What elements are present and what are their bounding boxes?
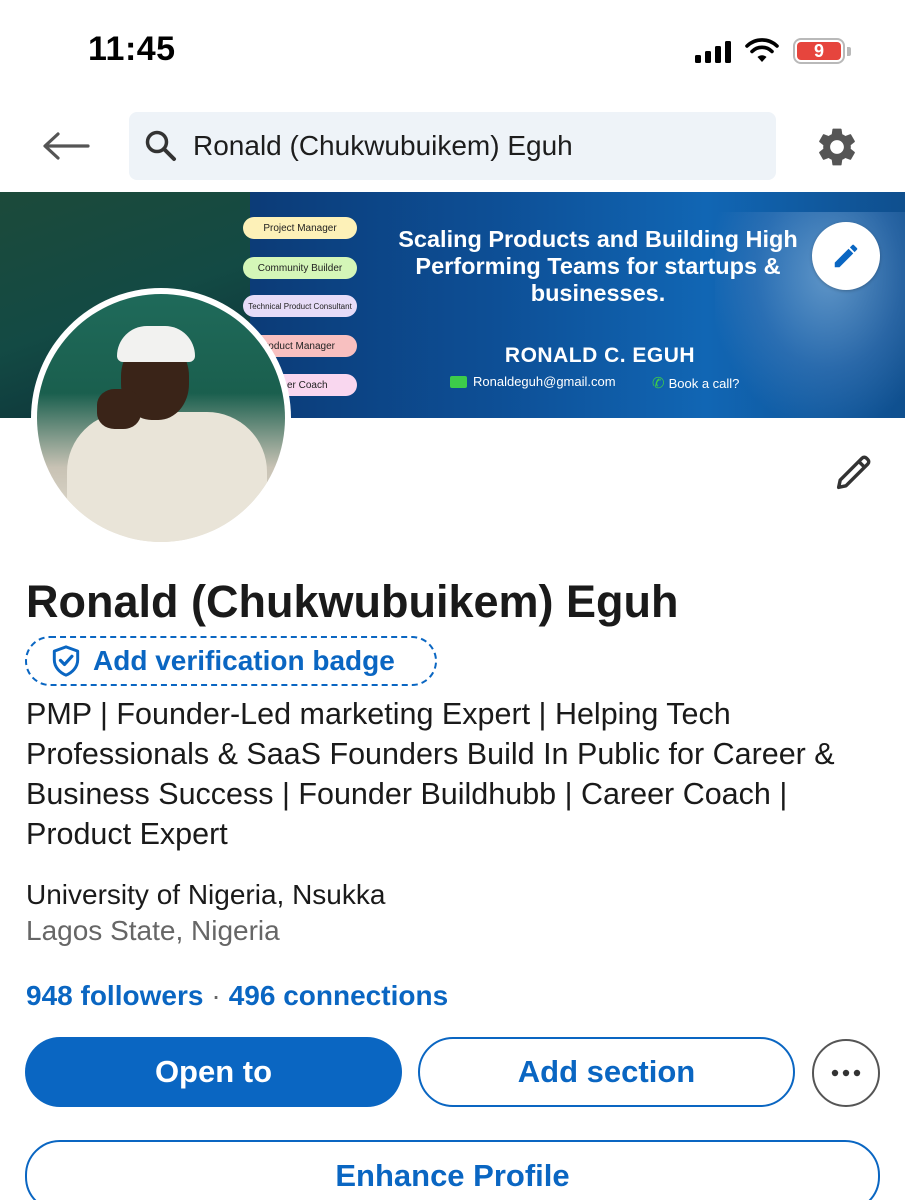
battery-level: 9 — [813, 40, 824, 61]
search-query: Ronald (Chukwubuikem) Eguh — [193, 130, 573, 161]
banner-pill: Project Manager — [243, 217, 357, 239]
pencil-icon — [834, 244, 858, 268]
arrow-left-icon — [43, 132, 90, 160]
stats-separator: · — [211, 980, 221, 1011]
banner-name: RONALD C. EGUH — [504, 344, 696, 367]
mail-icon — [450, 375, 467, 388]
banner-headline: Scaling Products and Building High Perfo… — [398, 226, 798, 306]
settings-button[interactable] — [812, 122, 862, 172]
search-icon — [143, 128, 179, 164]
profile-location: Lagos State, Nigeria — [26, 915, 280, 946]
avatar[interactable] — [31, 288, 291, 548]
add-verification-badge-button[interactable]: Add verification badge — [25, 636, 437, 686]
signal-icon — [695, 39, 731, 63]
avatar-photo — [37, 294, 285, 542]
back-button[interactable] — [38, 122, 94, 170]
status-icons: 9 — [695, 38, 851, 64]
banner-call: ✆ Book a call? — [652, 374, 739, 392]
verification-label: Add verification badge — [93, 645, 395, 676]
banner-email: Ronaldeguh@gmail.com — [450, 374, 616, 389]
top-nav: Ronald (Chukwubuikem) Eguh — [0, 110, 905, 182]
profile-stats: 948 followers · 496 connections — [26, 980, 448, 1012]
battery-icon: 9 — [793, 38, 851, 64]
search-input[interactable]: Ronald (Chukwubuikem) Eguh — [129, 112, 776, 180]
banner-pill: Community Builder — [243, 257, 357, 279]
profile-education[interactable]: University of Nigeria, Nsukka — [26, 879, 385, 911]
edit-profile-button[interactable] — [826, 444, 882, 500]
wifi-icon — [745, 38, 779, 62]
gear-icon — [819, 128, 855, 166]
followers-link[interactable]: 948 followers — [26, 980, 203, 1012]
profile-headline: PMP | Founder-Led marketing Expert | Hel… — [26, 697, 835, 851]
open-to-button[interactable]: Open to — [25, 1037, 402, 1107]
edit-banner-button[interactable] — [812, 222, 880, 290]
phone-icon: ✆ — [652, 375, 665, 392]
banner-call-text: Book a call? — [668, 375, 740, 391]
status-time: 11:45 — [88, 30, 176, 68]
profile-name: Ronald (Chukwubuikem) Eguh — [26, 576, 679, 627]
enhance-profile-button[interactable]: Enhance Profile — [25, 1140, 880, 1200]
add-section-button[interactable]: Add section — [418, 1037, 795, 1107]
banner-email-text: Ronaldeguh@gmail.com — [473, 374, 616, 389]
banner-pill: Technical Product Consultant — [243, 295, 357, 317]
more-button[interactable] — [812, 1039, 880, 1107]
status-bar: 11:45 9 — [0, 0, 905, 100]
more-icon — [831, 1069, 861, 1077]
pencil-icon — [836, 455, 871, 490]
shield-check-icon — [52, 645, 80, 677]
connections-link[interactable]: 496 connections — [229, 980, 448, 1012]
